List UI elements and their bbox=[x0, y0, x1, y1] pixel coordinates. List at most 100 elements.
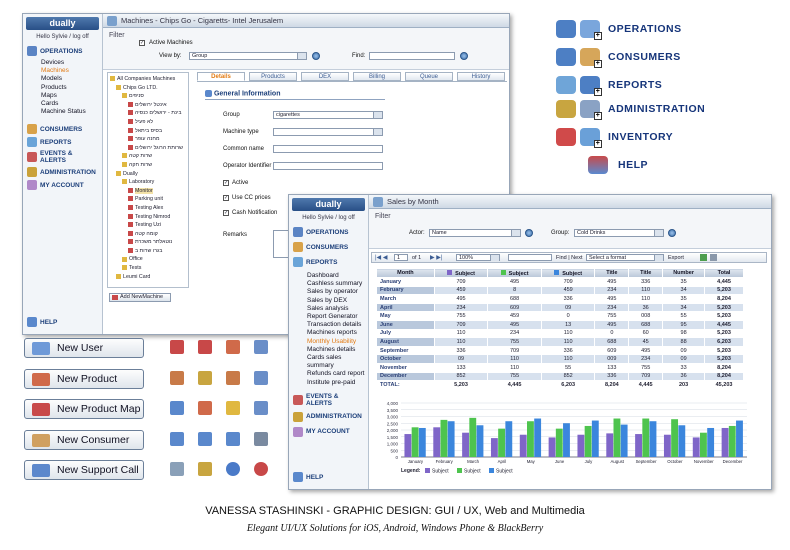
new-product-map-button[interactable]: New Product Map bbox=[24, 399, 144, 419]
tree-node[interactable]: בסיס ביתאל bbox=[110, 127, 186, 136]
toolbar-icon[interactable] bbox=[198, 370, 212, 385]
cash-notification-checkbox[interactable]: ✓ bbox=[223, 210, 229, 216]
submenu-item[interactable]: Maps bbox=[41, 92, 102, 100]
actor-select[interactable]: Name bbox=[429, 229, 521, 237]
new-support-call-button[interactable]: New Support Call bbox=[24, 460, 144, 480]
new-user-button[interactable]: New User bbox=[24, 338, 144, 358]
toolbar-icon[interactable] bbox=[226, 370, 240, 385]
next-page-icon[interactable]: ▶ ▶| bbox=[430, 254, 442, 261]
tree-node[interactable]: בגרו שרות ב bbox=[110, 247, 186, 256]
tab-queue[interactable]: Queue bbox=[405, 72, 453, 81]
sidebar-item-4[interactable]: ADMINISTRATION bbox=[27, 167, 98, 178]
toolbar-icon[interactable] bbox=[198, 431, 212, 446]
sidebar-item-nav_top0[interactable]: OPERATIONS bbox=[293, 227, 364, 237]
toolbar-icon[interactable] bbox=[170, 462, 184, 476]
find-next-link[interactable]: Find | Next bbox=[556, 255, 583, 261]
actor-go-icon[interactable] bbox=[525, 229, 533, 237]
tree-node[interactable]: שרות קטה bbox=[110, 152, 186, 161]
menu-item-administration[interactable]: + ADMINISTRATION bbox=[556, 100, 705, 120]
tree-node[interactable]: קומה קטה bbox=[110, 230, 186, 239]
toolbar-icon[interactable] bbox=[170, 370, 184, 385]
submenu-item[interactable]: Dashboard bbox=[307, 272, 368, 280]
sidebar-item-nav_bottom1[interactable]: ADMINISTRATION bbox=[293, 411, 364, 422]
sidebar-item-nav_bottom2[interactable]: MY ACCOUNT bbox=[293, 426, 364, 437]
view-by-select[interactable]: Group bbox=[189, 52, 307, 60]
toolbar-icon[interactable] bbox=[254, 462, 268, 476]
user-greeting[interactable]: Hello Sylvie / log off bbox=[289, 215, 368, 221]
toolbar-icon[interactable] bbox=[226, 340, 240, 354]
column-header[interactable]: Month bbox=[376, 268, 435, 278]
toolbar-icon[interactable] bbox=[226, 401, 240, 415]
find-input[interactable] bbox=[369, 52, 455, 60]
column-header[interactable]: Title bbox=[628, 268, 664, 278]
tree-node[interactable]: שרות חקה bbox=[110, 161, 186, 170]
sidebar-item-0[interactable]: OPERATIONS bbox=[27, 46, 98, 56]
column-header[interactable]: Subject bbox=[540, 268, 596, 278]
toolbar-icon[interactable] bbox=[198, 462, 212, 476]
use-cc-checkbox[interactable]: ✓ bbox=[223, 195, 229, 201]
sidebar-item-3[interactable]: EVENTS & ALERTS bbox=[27, 150, 98, 164]
toolbar-icon[interactable] bbox=[198, 401, 212, 415]
help-link[interactable]: HELP bbox=[27, 317, 57, 327]
toolbar-icon[interactable] bbox=[254, 340, 268, 354]
toolbar-icon[interactable] bbox=[226, 431, 240, 446]
submenu-item[interactable]: Refunds card report bbox=[307, 370, 368, 378]
tree-node[interactable]: Testing Nimrod bbox=[110, 213, 186, 222]
toolbar-icon[interactable] bbox=[170, 401, 184, 415]
tree-node[interactable]: Parking unit bbox=[110, 195, 186, 204]
tree-node[interactable]: אינטל ירושלים bbox=[110, 101, 186, 110]
toolbar-icon[interactable] bbox=[254, 431, 268, 446]
tree-node[interactable]: סניפים bbox=[110, 92, 186, 101]
new-product-button[interactable]: New Product bbox=[24, 368, 144, 389]
toolbar-icon[interactable] bbox=[254, 401, 268, 415]
submenu-item[interactable]: Machines bbox=[41, 67, 102, 75]
toolbar-icon[interactable] bbox=[170, 340, 184, 354]
group-go-icon[interactable] bbox=[668, 229, 676, 237]
group-select[interactable]: Cold Drinks bbox=[574, 229, 664, 237]
tab-history[interactable]: History bbox=[457, 72, 505, 81]
toolbar-icon[interactable] bbox=[170, 431, 184, 446]
column-header[interactable]: Subject bbox=[487, 268, 542, 278]
menu-item-inventory[interactable]: + INVENTORY bbox=[556, 128, 673, 148]
menu-item-help[interactable]: HELP bbox=[588, 156, 648, 174]
submenu-item[interactable]: Sales analysis bbox=[307, 305, 368, 313]
menu-item-consumers[interactable]: + CONSUMERS bbox=[556, 48, 681, 68]
find-input[interactable] bbox=[508, 254, 552, 261]
format-select[interactable]: Select a format bbox=[586, 254, 664, 261]
first-page-icon[interactable]: |◀ ◀ bbox=[375, 254, 387, 261]
print-icon[interactable] bbox=[710, 254, 717, 261]
export-link[interactable]: Export bbox=[668, 255, 684, 261]
tree-node[interactable]: Testing Alex bbox=[110, 204, 186, 213]
submenu-item[interactable]: Machines details bbox=[307, 346, 368, 354]
column-header[interactable]: Total bbox=[704, 268, 744, 278]
tab-dex[interactable]: DEX bbox=[301, 72, 349, 81]
tree-node[interactable]: Leumi Card bbox=[110, 273, 186, 282]
toolbar-icon[interactable] bbox=[254, 370, 268, 385]
tree-node[interactable]: All Companies Machines bbox=[110, 75, 186, 84]
column-header[interactable]: Number bbox=[662, 268, 706, 278]
menu-item-operations[interactable]: + OPERATIONS bbox=[556, 20, 682, 40]
add-machine-button[interactable]: Add NewMachine bbox=[109, 293, 171, 302]
tab-products[interactable]: Products bbox=[249, 72, 297, 81]
active-machines-checkbox[interactable]: ✓ bbox=[139, 40, 145, 46]
tab-details[interactable]: Details bbox=[197, 72, 245, 81]
new-consumer-button[interactable]: New Consumer bbox=[24, 429, 144, 450]
help-link[interactable]: HELP bbox=[293, 472, 323, 482]
submenu-item[interactable]: Cards sales summary bbox=[307, 354, 368, 370]
tree-node[interactable]: Monitor bbox=[110, 187, 186, 196]
sidebar-item-nav_top2[interactable]: REPORTS bbox=[293, 257, 364, 267]
tree-node[interactable]: נוטאלתר משכרת bbox=[110, 238, 186, 247]
group-select[interactable]: cigarettes bbox=[273, 111, 383, 119]
submenu-item[interactable]: Sales by operator bbox=[307, 288, 368, 296]
toolbar-icon[interactable] bbox=[198, 340, 212, 354]
column-header[interactable]: Subject bbox=[433, 268, 489, 278]
export-icon[interactable] bbox=[700, 254, 707, 261]
user-greeting[interactable]: Hello Sylvie / log off bbox=[23, 34, 102, 40]
page-input[interactable]: 1 bbox=[394, 254, 408, 261]
sidebar-item-nav_bottom0[interactable]: EVENTS & ALERTS bbox=[293, 393, 364, 407]
submenu-item[interactable]: Products bbox=[41, 84, 102, 92]
common-name-input[interactable] bbox=[273, 145, 383, 153]
sidebar-item-2[interactable]: REPORTS bbox=[27, 137, 98, 148]
tree-node[interactable]: מחנה עופר bbox=[110, 135, 186, 144]
menu-item-reports[interactable]: + REPORTS bbox=[556, 76, 662, 96]
